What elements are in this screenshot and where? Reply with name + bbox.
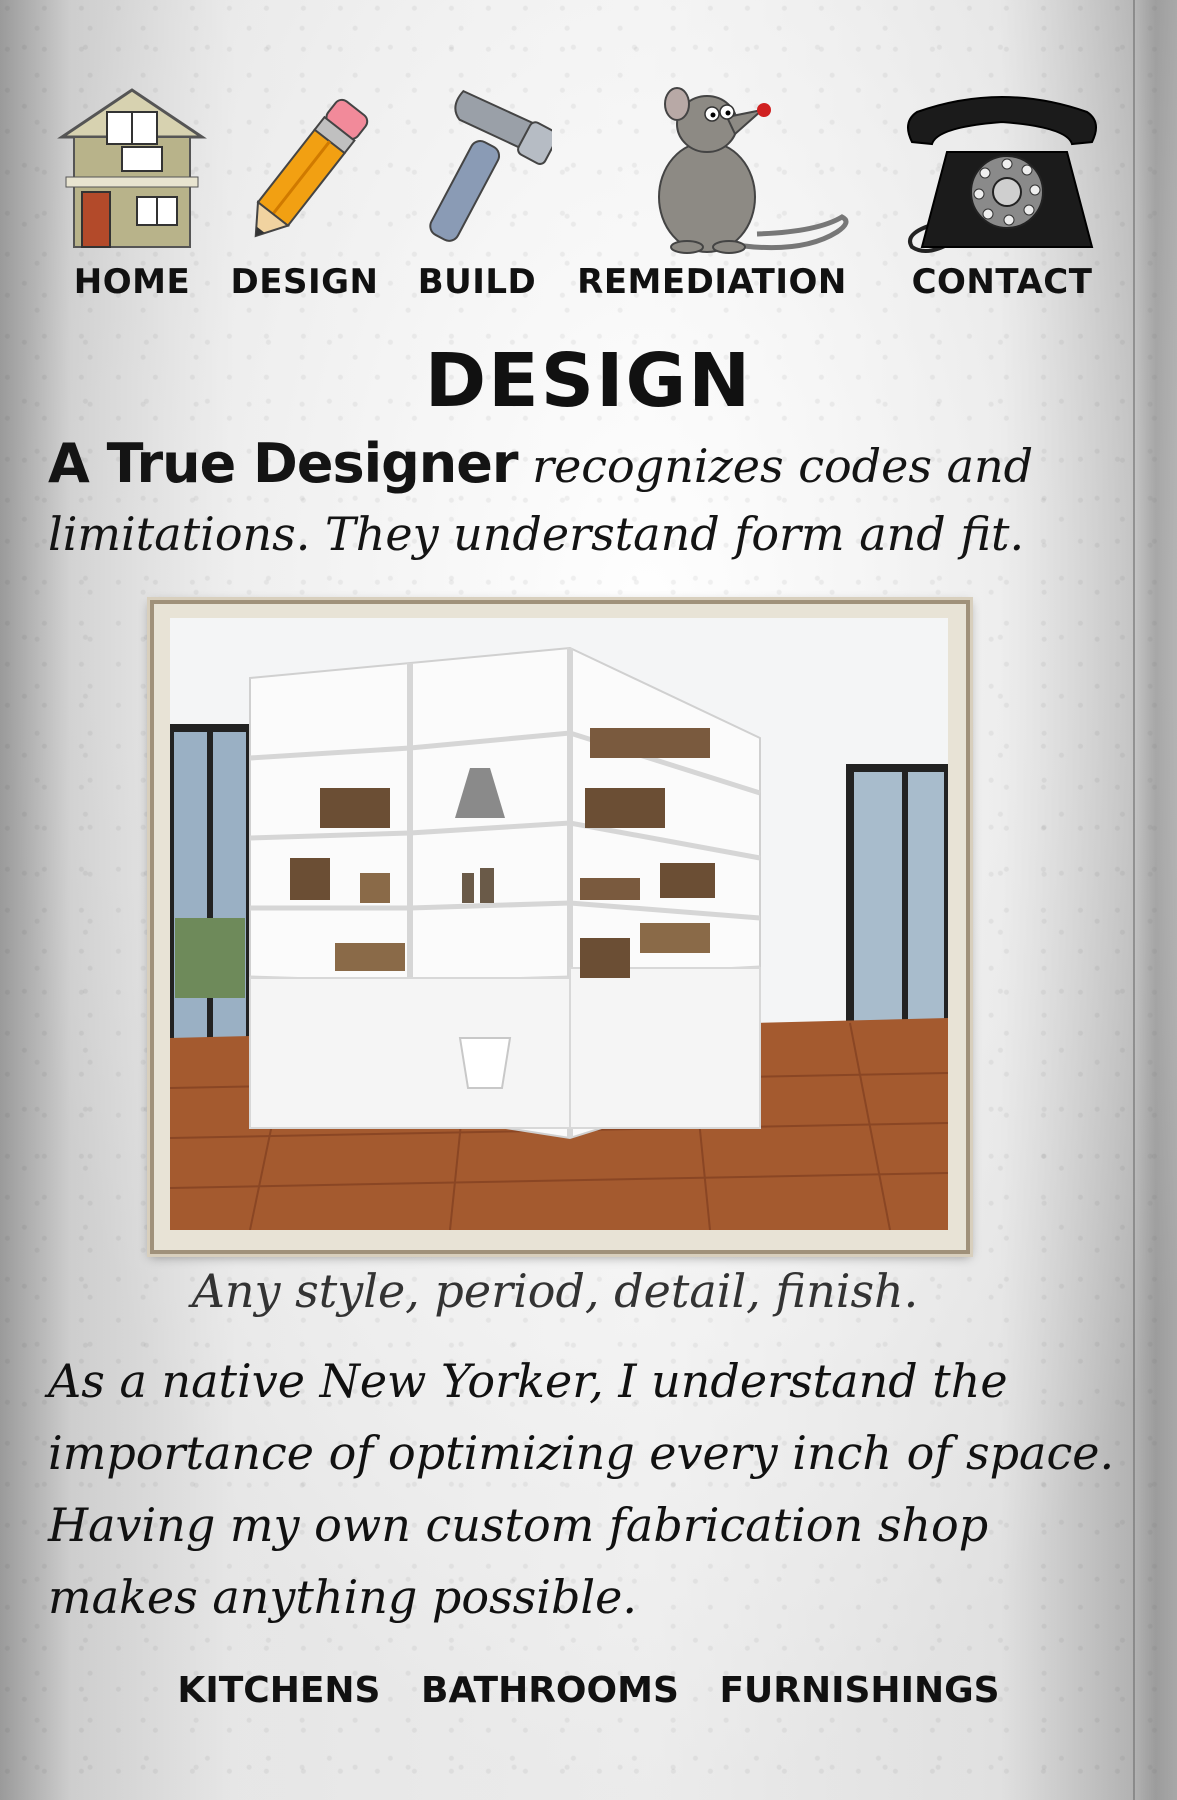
nav-item-home[interactable]: HOME [52,82,212,312]
photo-caption: Any style, period, detail, finish. [191,1264,919,1318]
main-nav: HOME DESIGN BUILD REMEDIATION CONTACT [52,82,1122,312]
footer-links: KITCHENS BATHROOMS FURNISHINGS [0,1670,1177,1711]
intro-heading: A True Designer [48,432,518,495]
nav-item-design[interactable]: DESIGN [217,82,392,312]
nav-label-home: HOME [73,262,191,302]
nav-item-build[interactable]: BUILD [402,82,552,312]
pencil-icon [254,98,369,238]
nav-item-remediation[interactable]: REMEDIATION [557,82,867,312]
book-spine [1133,0,1177,1800]
photo-frame [150,600,970,1254]
telephone-icon [907,96,1097,253]
footer-link-bathrooms[interactable]: BATHROOMS [421,1670,679,1711]
nav-label-build: BUILD [417,262,537,302]
bookshelf-photo [170,618,948,1230]
footer-link-kitchens[interactable]: KITCHENS [177,1670,380,1711]
house-icon [57,88,207,248]
page-title: DESIGN [424,338,753,424]
intro-paragraph: A True Designer recognizes codes and lim… [48,430,1148,568]
page: HOME DESIGN BUILD REMEDIATION CONTACT DE… [0,0,1177,1800]
footer-link-furnishings[interactable]: FURNISHINGS [719,1670,999,1711]
hammer-icon [429,89,552,242]
nav-label-design: DESIGN [230,262,379,302]
rat-icon [658,87,849,254]
nav-label-contact: CONTACT [911,262,1093,302]
nav-label-remediation: REMEDIATION [577,262,847,302]
body-paragraph: As a native New Yorker, I understand the… [48,1354,1115,1624]
nav-item-contact[interactable]: CONTACT [882,82,1122,312]
